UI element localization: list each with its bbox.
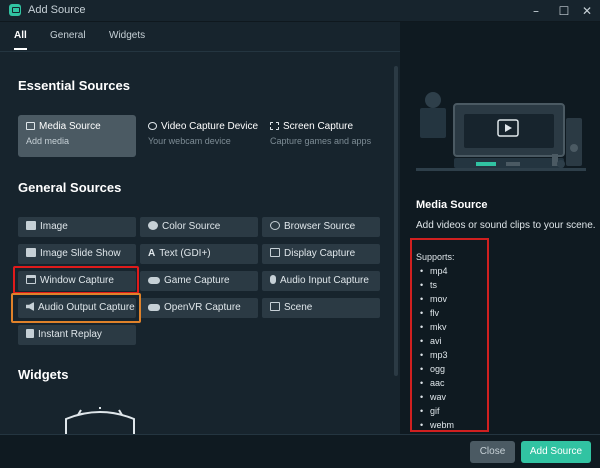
tab-bar: All General Widgets <box>0 22 400 52</box>
screen-capture-title: Screen Capture <box>283 121 354 132</box>
replay-icon <box>26 329 34 338</box>
source-item-image[interactable]: Image <box>18 217 136 237</box>
video-capture-device-subtitle: Your webcam device <box>148 136 231 146</box>
microphone-icon <box>270 275 276 284</box>
scrollbar[interactable] <box>394 66 398 376</box>
essential-sources-title: Essential Sources <box>18 78 130 93</box>
source-item-game-capture[interactable]: Game Capture <box>140 271 258 291</box>
tab-all[interactable]: All <box>14 30 27 50</box>
supports-highlight <box>410 238 489 432</box>
screen-capture-card[interactable]: Screen Capture Capture games and apps <box>262 115 380 157</box>
media-source-illustration <box>416 92 586 171</box>
source-item-openvr-capture[interactable]: OpenVR Capture <box>140 298 258 318</box>
close-icon[interactable]: ✕ <box>578 2 596 20</box>
tab-general[interactable]: General <box>50 30 86 41</box>
globe-icon <box>270 221 280 230</box>
widgets-title: Widgets <box>18 367 69 382</box>
source-item-color-source[interactable]: Color Source <box>140 217 258 237</box>
scene-icon <box>270 302 280 311</box>
source-list-panel: All General Widgets Essential Sources Me… <box>0 22 400 434</box>
gamepad-icon <box>148 277 160 284</box>
close-button[interactable]: Close <box>470 441 515 463</box>
footer-bar: Close Add Source <box>0 434 600 468</box>
video-capture-device-card[interactable]: Video Capture Device Your webcam device <box>140 115 258 157</box>
text-icon: A <box>148 248 156 259</box>
maximize-icon[interactable]: ☐ <box>555 2 573 20</box>
source-item-text-gdi[interactable]: A Text (GDI+) <box>140 244 258 264</box>
color-icon <box>148 221 158 230</box>
source-item-scene[interactable]: Scene <box>262 298 380 318</box>
vr-icon <box>148 304 160 311</box>
source-item-audio-input-capture[interactable]: Audio Input Capture <box>262 271 380 291</box>
webcam-icon <box>148 122 157 130</box>
screen-capture-subtitle: Capture games and apps <box>270 136 372 146</box>
details-description: Add videos or sound clips to your scene. <box>416 220 596 231</box>
app-icon <box>9 4 21 16</box>
tab-widgets[interactable]: Widgets <box>109 30 145 41</box>
media-source-title: Media Source <box>39 121 101 132</box>
video-capture-device-title: Video Capture Device <box>161 121 259 132</box>
media-source-subtitle: Add media <box>26 136 70 146</box>
screen-capture-icon <box>270 122 279 130</box>
slideshow-icon <box>26 248 36 257</box>
media-icon <box>26 122 35 130</box>
source-item-instant-replay[interactable]: Instant Replay <box>18 325 136 345</box>
details-title: Media Source <box>416 199 488 211</box>
widget-illustration <box>65 407 135 434</box>
details-panel: Media Source Add videos or sound clips t… <box>400 22 600 434</box>
title-bar: Add Source – ☐ ✕ <box>0 0 600 22</box>
window-capture-highlight <box>13 266 139 294</box>
source-item-browser-source[interactable]: Browser Source <box>262 217 380 237</box>
monitor-icon <box>270 248 280 257</box>
general-sources-title: General Sources <box>18 180 122 195</box>
minimize-icon[interactable]: – <box>527 2 545 20</box>
source-item-display-capture[interactable]: Display Capture <box>262 244 380 264</box>
image-icon <box>26 221 36 230</box>
audio-output-capture-highlight <box>11 293 141 323</box>
add-source-button[interactable]: Add Source <box>521 441 591 463</box>
media-source-card[interactable]: Media Source Add media <box>18 115 136 157</box>
source-item-image-slide-show[interactable]: Image Slide Show <box>18 244 136 264</box>
window-title: Add Source <box>28 4 86 16</box>
